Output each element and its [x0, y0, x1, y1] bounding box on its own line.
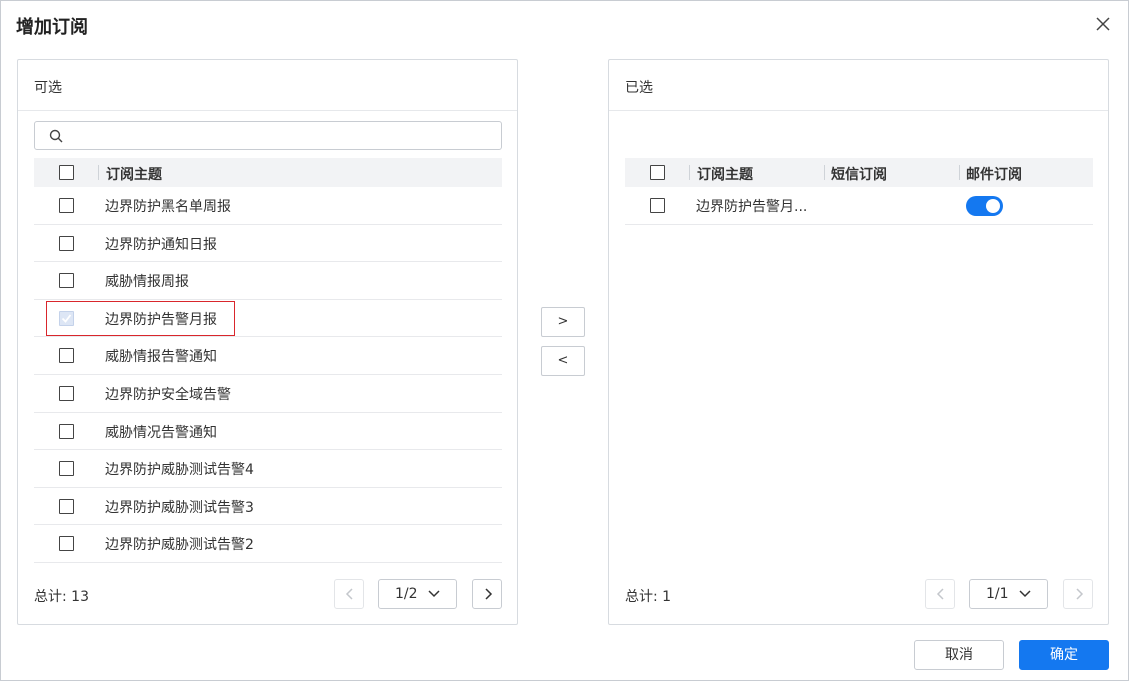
cancel-button[interactable]: 取消 [914, 640, 1004, 670]
search-box[interactable] [34, 121, 502, 150]
row-checkbox[interactable] [59, 198, 74, 213]
table-row[interactable]: 边界防护黑名单周报 [34, 187, 502, 225]
move-right-button[interactable]: > [541, 307, 585, 337]
highlight-box [46, 301, 235, 336]
table-row[interactable]: 边界防护威胁测试告警2 [34, 525, 502, 563]
move-left-button[interactable]: < [541, 346, 585, 376]
available-panel-title: 可选 [34, 80, 62, 96]
row-checkbox[interactable] [59, 385, 74, 401]
table-row[interactable]: 威胁情报周报 [34, 262, 502, 300]
close-icon[interactable] [1094, 15, 1112, 33]
next-page-button[interactable] [472, 579, 502, 609]
row-checkbox[interactable] [59, 461, 74, 477]
row-checkbox[interactable] [59, 235, 74, 251]
selected-table: 订阅主题 短信订阅 邮件订阅 边界防护告警月... [625, 158, 1093, 225]
prev-page-button[interactable] [334, 579, 364, 609]
select-all-checkbox[interactable] [650, 165, 665, 180]
available-rows: 边界防护黑名单周报 边界防护通知日报 威胁情报周报 边界防护告警月报 威胁情报告警通知边… [34, 187, 502, 563]
available-table-header: 订阅主题 [34, 158, 502, 187]
row-checkbox[interactable] [59, 273, 74, 289]
table-row[interactable]: 边界防护威胁测试告警4 [34, 450, 502, 488]
column-header-topic: 订阅主题 [697, 167, 753, 183]
row-checkbox[interactable] [650, 198, 665, 213]
row-checkbox[interactable] [59, 536, 74, 552]
column-header-topic: 订阅主题 [106, 167, 162, 183]
column-divider [689, 165, 690, 180]
row-topic: 边界防护威胁测试告警4 [105, 462, 254, 479]
chevron-left-icon [936, 588, 944, 600]
chevron-right-icon [1076, 588, 1084, 600]
page-select-value: 1/1 [986, 586, 1009, 602]
selected-panel-header: 已选 [609, 60, 1108, 111]
selected-total: 总计: 1 [625, 589, 672, 605]
row-topic: 边界防护黑名单周报 [105, 199, 231, 215]
row-checkbox[interactable] [59, 423, 74, 439]
row-checkbox[interactable] [59, 348, 74, 364]
confirm-button[interactable]: 确定 [1019, 640, 1109, 670]
chevron-right-icon [485, 588, 493, 600]
row-topic: 边界防护告警月... [696, 199, 808, 215]
available-panel: 可选 订阅主题 边界防护黑名单周报 边界防护通知日报 威胁情报周报 边界防护告警月报威… [17, 59, 518, 625]
row-topic: 边界防护安全域告警 [105, 386, 231, 403]
column-divider [959, 165, 960, 180]
table-row[interactable]: 威胁情报告警通知 [34, 337, 502, 375]
page-select-value: 1/2 [395, 586, 418, 602]
search-icon [49, 129, 63, 143]
available-total: 总计: 13 [34, 589, 89, 605]
row-topic: 边界防护通知日报 [105, 236, 217, 253]
toggle-knob [986, 199, 1000, 213]
chevron-left-icon [345, 588, 353, 600]
column-header-email: 邮件订阅 [966, 167, 1022, 183]
chevron-down-icon [1019, 590, 1031, 598]
row-checkbox[interactable] [59, 498, 74, 514]
selected-panel-title: 已选 [625, 80, 653, 96]
column-divider [824, 165, 825, 180]
column-divider [98, 165, 99, 180]
prev-page-button[interactable] [925, 579, 955, 609]
available-table: 订阅主题 边界防护黑名单周报 边界防护通知日报 威胁情报周报 边界防护告警月报 威胁情报… [34, 158, 502, 563]
page-select[interactable]: 1/2 [378, 579, 457, 609]
row-topic: 威胁情报周报 [105, 274, 189, 291]
available-panel-header: 可选 [18, 60, 517, 111]
row-topic: 边界防护威胁测试告警2 [105, 537, 254, 554]
row-topic: 威胁情况告警通知 [105, 424, 217, 441]
row-topic: 边界防护威胁测试告警3 [105, 499, 254, 516]
dialog-title: 增加订阅 [16, 17, 88, 38]
page-select[interactable]: 1/1 [969, 579, 1048, 609]
column-header-sms: 短信订阅 [831, 167, 887, 183]
selected-table-header: 订阅主题 短信订阅 邮件订阅 [625, 158, 1093, 187]
row-topic: 威胁情报告警通知 [105, 349, 217, 366]
table-row[interactable]: 边界防护威胁测试告警3 [34, 488, 502, 526]
table-row[interactable]: 边界防护通知日报 [34, 225, 502, 263]
table-row[interactable]: 威胁情况告警通知 [34, 413, 502, 451]
table-row[interactable]: 边界防护安全域告警 [34, 375, 502, 413]
selected-panel: 已选 订阅主题 短信订阅 邮件订阅 边界防护告警月... 总计: 1 1/1 [608, 59, 1109, 625]
next-page-button[interactable] [1063, 579, 1093, 609]
search-input[interactable] [71, 125, 491, 147]
add-subscription-dialog: 增加订阅 可选 订阅主题 边界防护黑名单周报 边界防护通知日报 威胁情报周报 边界防护… [0, 0, 1129, 681]
email-toggle[interactable] [966, 196, 1003, 216]
chevron-down-icon [428, 590, 440, 598]
select-all-checkbox[interactable] [59, 165, 74, 180]
table-row[interactable]: 边界防护告警月... [625, 187, 1093, 225]
